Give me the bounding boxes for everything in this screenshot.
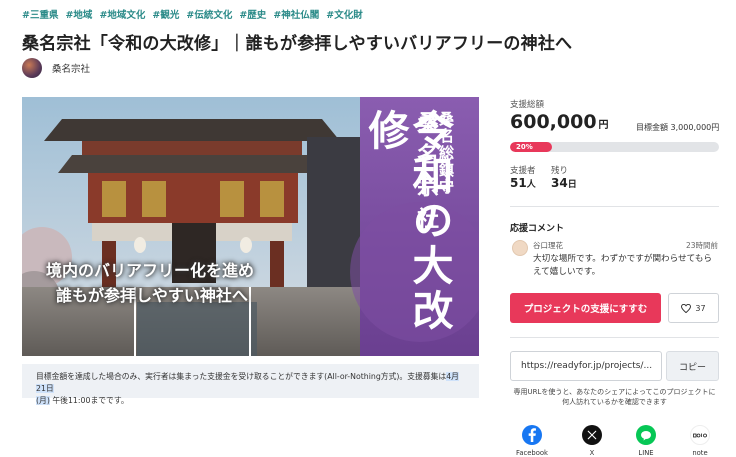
hero-vertical-big: 令和の大改修 bbox=[361, 109, 453, 334]
progress-fill: 20% bbox=[510, 142, 552, 152]
remaining-label: 残り bbox=[551, 166, 569, 176]
support-project-button[interactable]: プロジェクトの支援にすすむ bbox=[510, 293, 661, 323]
comments-heading: 応援コメント bbox=[510, 224, 565, 234]
supporters-label: 支援者 bbox=[510, 166, 536, 176]
project-owner[interactable]: 桑名宗社 bbox=[22, 58, 90, 78]
tag-link[interactable]: #神社仏閣 bbox=[273, 7, 319, 21]
share-note: 専用URLを使うと、あなたのシェアによってこのプロジェクトに何人訪れているかを確… bbox=[513, 388, 716, 406]
owner-name[interactable]: 桑名宗社 bbox=[52, 61, 90, 75]
share-network-name: X bbox=[589, 449, 595, 457]
share-line[interactable]: LINE bbox=[626, 425, 666, 457]
comment-time: 23時間前 bbox=[686, 241, 719, 250]
line-icon bbox=[636, 425, 656, 445]
commenter-name: 谷口理花 bbox=[533, 241, 563, 250]
share-note[interactable]: note bbox=[680, 425, 720, 457]
all-or-nothing-notice: 目標金額を達成した場合のみ、実行者は集まった支援金を受け取ることができます(Al… bbox=[22, 364, 479, 405]
total-label: 支援総額 bbox=[510, 100, 545, 110]
notice-text: 目標金額を達成した場合のみ、実行者は集まった支援金を受け取ることができます(Al… bbox=[36, 372, 447, 381]
like-count: 37 bbox=[695, 303, 706, 313]
funding-progress-bar: 20% bbox=[510, 142, 719, 152]
tag-link[interactable]: #伝統文化 bbox=[186, 7, 232, 21]
like-button[interactable]: 37 bbox=[668, 293, 719, 323]
tag-link[interactable]: #地域文化 bbox=[99, 7, 145, 21]
remaining-value: 34 bbox=[551, 176, 568, 190]
tag-link[interactable]: #文化財 bbox=[326, 7, 362, 21]
tag-link[interactable]: #三重県 bbox=[22, 7, 58, 21]
share-network-name: note bbox=[692, 449, 708, 457]
x-icon bbox=[582, 425, 602, 445]
tag-link[interactable]: #歴史 bbox=[239, 7, 266, 21]
hero-caption-line1: 境内のバリアフリー化を進め bbox=[46, 261, 255, 280]
currency-unit: 円 bbox=[598, 120, 609, 131]
supporters-value: 51 bbox=[510, 176, 527, 190]
share-url-field[interactable]: https://readyfor.jp/projects/... bbox=[510, 351, 662, 381]
remaining-unit: 日 bbox=[567, 180, 577, 190]
divider bbox=[510, 337, 719, 338]
supporters-count: 51人 bbox=[510, 176, 536, 190]
heart-icon bbox=[681, 303, 692, 313]
share-network-name: Facebook bbox=[516, 449, 548, 457]
commenter-avatar bbox=[512, 240, 528, 256]
share-network-name: LINE bbox=[638, 449, 654, 457]
share-facebook[interactable]: Facebook bbox=[512, 425, 552, 457]
notice-text-after: 午後11:00までです。 bbox=[52, 396, 129, 405]
goal-amount: 目標金額 3,000,000円 bbox=[636, 123, 720, 132]
tag-link[interactable]: #観光 bbox=[152, 7, 179, 21]
total-amount-value: 600,000 bbox=[510, 111, 597, 133]
owner-avatar[interactable] bbox=[22, 58, 42, 78]
tag-list: #三重県 #地域 #地域文化 #観光 #伝統文化 #歴史 #神社仏閣 #文化財 bbox=[22, 7, 363, 21]
hero-caption-line2: 誰もが参拝しやすい神社へ bbox=[56, 286, 248, 305]
comment-text: 大切な場所です。わずかですが関わらせてもらえて嬉しいです。 bbox=[533, 254, 713, 277]
divider bbox=[510, 206, 719, 207]
copy-url-button[interactable]: コピー bbox=[666, 351, 719, 381]
hero-image: 桑名総鎮守 桑名宗社 令和の大改修 境内のバリアフリー化を進め 誰もが参拝しやす… bbox=[22, 97, 479, 356]
page-title: 桑名宗社「令和の大改修」｜誰もが参拝しやすいバリアフリーの神社へ bbox=[22, 34, 573, 54]
tag-link[interactable]: #地域 bbox=[65, 7, 92, 21]
share-x[interactable]: X bbox=[572, 425, 612, 457]
deadline-day: (月) bbox=[36, 396, 50, 405]
total-amount: 600,000 円 bbox=[510, 111, 609, 133]
remaining-days: 34日 bbox=[551, 176, 577, 190]
supporters-unit: 人 bbox=[526, 180, 536, 190]
note-icon bbox=[690, 425, 710, 445]
facebook-icon bbox=[522, 425, 542, 445]
